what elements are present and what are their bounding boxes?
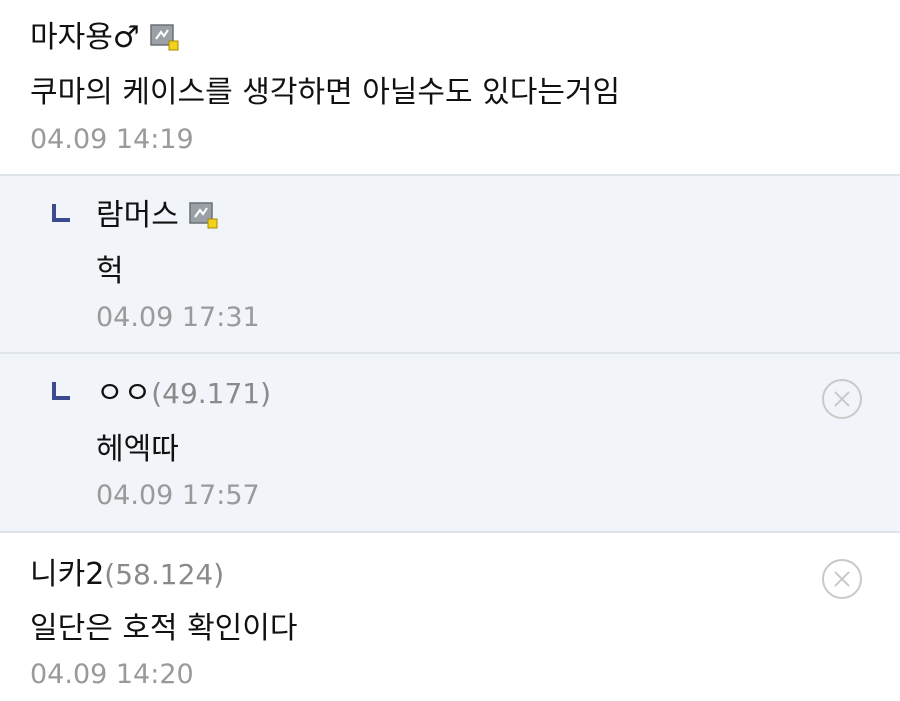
comment-text: 헤엑따 [96, 432, 179, 467]
comment-timestamp: 04.09 17:31 [96, 302, 260, 333]
reply-item: 람머스 헉 04.09 17:31 [0, 176, 900, 354]
delete-comment-button[interactable] [822, 379, 862, 419]
author-nick[interactable]: 마자용♂ [30, 20, 140, 56]
author-ip: (49.171) [151, 377, 272, 410]
fixed-nick-badge-icon [189, 202, 219, 230]
comment-timestamp: 04.09 17:57 [96, 480, 260, 511]
delete-comment-button[interactable] [822, 559, 862, 599]
comment-author[interactable]: 니카2 (58.124) [30, 557, 224, 593]
author-nick[interactable]: 람머스 [96, 198, 179, 234]
comment-item: 니카2 (58.124) 일단은 호적 확인이다 04.09 14:20 [0, 533, 900, 701]
comment-timestamp: 04.09 14:19 [30, 124, 194, 155]
comment-author[interactable]: 마자용♂ [30, 20, 180, 56]
reply-arrow-icon [52, 382, 70, 400]
comment-author[interactable]: ㅇㅇ (49.171) [96, 376, 271, 412]
comment-text: 쿠마의 케이스를 생각하면 아닐수도 있다는거임 [30, 75, 621, 110]
comment-text: 일단은 호적 확인이다 [30, 611, 298, 646]
comment-timestamp: 04.09 14:20 [30, 659, 194, 690]
author-ip: (58.124) [104, 558, 225, 591]
fixed-nick-badge-icon [149, 24, 180, 52]
comment-text: 헉 [96, 254, 124, 289]
author-nick[interactable]: 니카2 [30, 557, 104, 593]
reply-arrow-icon [52, 204, 70, 222]
comment-author[interactable]: 람머스 [96, 198, 219, 234]
reply-item: ㅇㅇ (49.171) 헤엑따 04.09 17:57 [0, 354, 900, 533]
comment-item: 마자용♂ 쿠마의 케이스를 생각하면 아닐수도 있다는거임 04.09 14:1… [0, 0, 900, 176]
author-nick[interactable]: ㅇㅇ [96, 376, 151, 412]
